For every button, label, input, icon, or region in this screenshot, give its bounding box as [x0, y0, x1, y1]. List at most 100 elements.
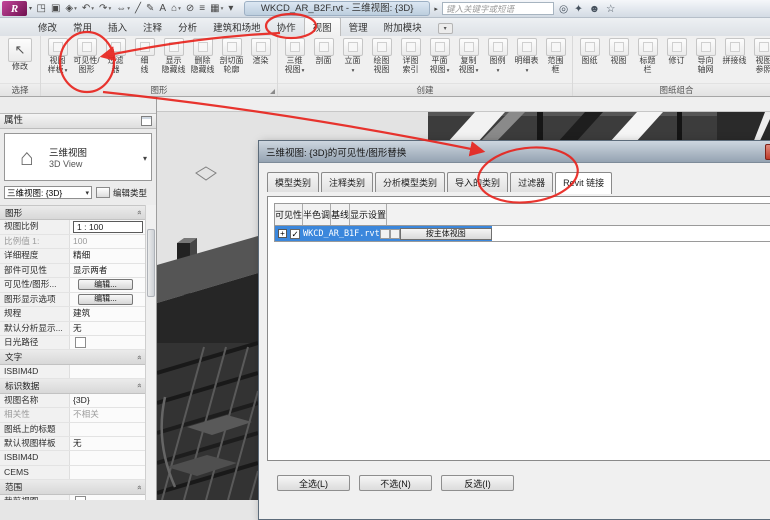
modify-button[interactable]: ↖修改 — [2, 38, 38, 72]
type-selector-caret-icon[interactable]: ▾ — [143, 154, 147, 163]
column-header[interactable]: 基线 — [331, 204, 350, 225]
collapse-chevron-icon[interactable]: » — [134, 485, 143, 489]
communication-center-icon[interactable]: ☻ — [589, 3, 600, 15]
properties-header[interactable]: 属性 — [0, 113, 156, 129]
ribbon-minimize-toggle[interactable]: ▾ — [438, 23, 453, 34]
property-value[interactable]: 无 — [70, 322, 146, 335]
redo-icon[interactable]: ↷▾ — [97, 1, 114, 16]
property-value[interactable]: 编辑... — [70, 278, 146, 291]
dialog-title-bar[interactable]: 三维视图: {3D}的可见性/图形替换 — [259, 141, 770, 163]
title-block-button[interactable]: 标题栏 — [633, 38, 662, 74]
invert-selection-button[interactable]: 反选(I) — [441, 475, 514, 491]
default-3d-view-icon[interactable]: ⌂▾ — [169, 1, 184, 16]
show-hidden-lines-button[interactable]: 显示隐藏线 — [159, 38, 188, 74]
thin-lines-icon[interactable]: ≡ — [197, 1, 208, 16]
matchline-button[interactable]: 拼接线 — [720, 38, 749, 66]
edit-button[interactable]: 编辑... — [78, 279, 133, 290]
ribbon-tab-architecture-site[interactable]: 建筑和场地 — [205, 18, 269, 36]
property-value[interactable] — [70, 466, 146, 479]
schedules-button[interactable]: 明细表▾ — [512, 38, 541, 75]
collapse-chevron-icon[interactable]: » — [134, 384, 143, 388]
aligned-dimension-icon[interactable]: ╱ — [132, 1, 143, 16]
property-value[interactable]: 100 — [70, 235, 146, 248]
checkbox[interactable] — [75, 337, 86, 348]
3d-view-button[interactable]: 三维视图▾ — [280, 38, 309, 75]
sync-with-central-icon[interactable]: ◈▾ — [63, 1, 79, 16]
ribbon-tab-manage[interactable]: 管理 — [341, 18, 376, 36]
dialog-tab-imported-categories[interactable]: 导入的类别 — [447, 172, 508, 192]
property-value[interactable]: 1 : 100 — [70, 220, 146, 233]
property-section[interactable]: 范围» — [0, 480, 146, 494]
section-button[interactable]: 剖面 — [309, 38, 338, 66]
thin-lines-button[interactable]: 细线 — [130, 38, 159, 74]
scope-box-button[interactable]: 范围框 — [541, 38, 570, 74]
ribbon-tab-addins[interactable]: 附加模块 — [376, 18, 430, 36]
property-value[interactable]: 编辑... — [70, 293, 146, 306]
save-icon[interactable]: ▣ — [48, 1, 62, 16]
ribbon-tab-analyze[interactable]: 分析 — [170, 18, 205, 36]
callout-button[interactable]: 详图索引 — [396, 38, 425, 74]
select-all-button[interactable]: 全选(L) — [277, 475, 350, 491]
section-icon[interactable]: ⊘ — [183, 1, 196, 16]
ribbon-tab-modify[interactable]: 修改 — [30, 18, 65, 36]
render-button[interactable]: 渲染 — [246, 38, 275, 66]
guide-grid-button[interactable]: 导向轴网 — [691, 38, 720, 74]
property-value[interactable] — [70, 495, 146, 500]
property-value[interactable] — [70, 336, 146, 349]
switch-windows-icon[interactable]: ▦▾ — [208, 1, 226, 16]
property-value[interactable]: 无 — [70, 437, 146, 450]
edit-type-button[interactable]: 编辑类型 — [96, 187, 147, 199]
table-row[interactable]: + ✓ WKCD_AR_B1F.rvt 按主体视图 — [275, 226, 770, 241]
customize-qat-icon[interactable]: ▾ — [226, 1, 236, 16]
scrollbar-thumb[interactable] — [147, 229, 155, 297]
underlay-checkbox[interactable] — [390, 229, 400, 239]
display-settings-button[interactable]: 按主体视图 — [400, 228, 492, 240]
filters-button[interactable]: 过滤器 — [101, 38, 130, 74]
collapse-chevron-icon[interactable]: » — [134, 210, 143, 214]
ribbon-tab-insert[interactable]: 插入 — [100, 18, 135, 36]
expand-icon[interactable]: + — [278, 229, 287, 238]
visibility-graphics-button[interactable]: 可见性/图形 — [72, 38, 101, 74]
property-value[interactable]: 不相关 — [70, 408, 146, 421]
tag-icon[interactable]: ✎ — [144, 1, 157, 16]
type-selector[interactable]: ⌂ 三维视图 3D View ▾ — [4, 133, 152, 181]
legends-button[interactable]: 图例▾ — [483, 38, 512, 75]
close-icon[interactable] — [765, 144, 770, 160]
column-header[interactable]: 显示设置 — [350, 204, 387, 225]
search-icon[interactable]: ◎ — [559, 3, 568, 15]
property-section[interactable]: 图形» — [0, 206, 146, 220]
properties-window-icon[interactable] — [141, 116, 152, 126]
search-input[interactable] — [442, 2, 554, 15]
visibility-checkbox[interactable]: ✓ — [290, 229, 300, 239]
property-value[interactable] — [70, 451, 146, 464]
selected-row[interactable]: + ✓ WKCD_AR_B1F.rvt 按主体视图 — [275, 226, 492, 241]
properties-scrollbar[interactable] — [145, 205, 156, 500]
halftone-checkbox[interactable] — [380, 229, 390, 239]
collapse-chevron-icon[interactable]: » — [134, 355, 143, 359]
sheet-button[interactable]: 图纸 — [575, 38, 604, 66]
property-value[interactable]: 精细 — [70, 249, 146, 262]
property-value[interactable] — [70, 423, 146, 436]
dialog-tab-annotation-categories[interactable]: 注释类别 — [321, 172, 373, 192]
ribbon-tab-view[interactable]: 视图 — [304, 17, 341, 36]
dialog-tab-model-categories[interactable]: 模型类别 — [267, 172, 319, 192]
text-icon[interactable]: A — [157, 1, 169, 16]
app-menu-button[interactable]: R — [2, 1, 27, 16]
select-none-button[interactable]: 不选(N) — [359, 475, 432, 491]
cut-profile-button[interactable]: 剖切面轮廓 — [217, 38, 246, 74]
column-header[interactable]: 半色调 — [303, 204, 331, 225]
subscription-center-icon[interactable]: ✦ — [574, 3, 583, 15]
view-templates-button[interactable]: 视图样板▾ — [43, 38, 72, 75]
view-button[interactable]: 视图 — [604, 38, 633, 66]
property-section[interactable]: 标识数据» — [0, 379, 146, 393]
favorites-icon[interactable]: ☆ — [606, 3, 615, 15]
property-value[interactable]: {3D} — [70, 394, 146, 407]
title-expand-icon[interactable]: ▸ — [434, 5, 438, 13]
edit-button[interactable]: 编辑... — [78, 294, 133, 305]
ribbon-tab-annotate[interactable]: 注释 — [135, 18, 170, 36]
open-icon[interactable]: ◳ — [34, 1, 48, 16]
revisions-button[interactable]: 修订 — [662, 38, 691, 66]
view-instance-combo[interactable]: 三维视图: {3D} ▾ — [4, 186, 92, 199]
dialog-tab-analytical-model-categories[interactable]: 分析模型类别 — [375, 172, 445, 192]
dialog-tab-filters[interactable]: 过滤器 — [510, 172, 553, 192]
